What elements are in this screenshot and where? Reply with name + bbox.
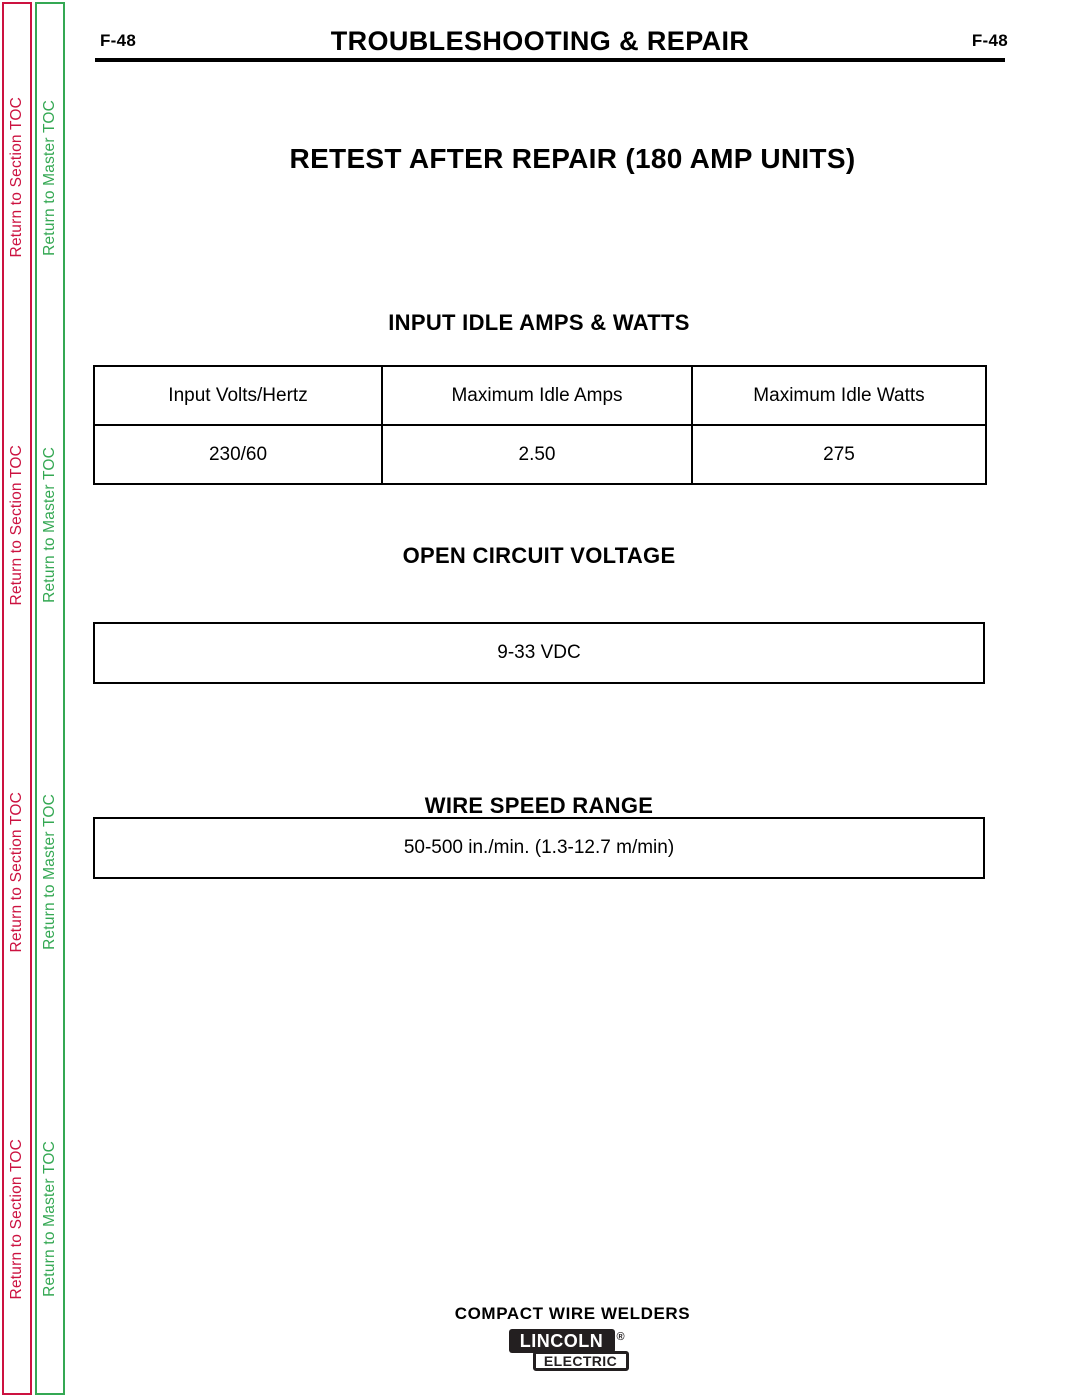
table-header-row: Input Volts/Hertz Maximum Idle Amps Maxi…: [93, 365, 987, 426]
table-row: 230/60 2.50 275: [93, 424, 987, 485]
return-to-master-toc-label: Return to Master TOC: [41, 99, 59, 256]
column-header: Maximum Idle Amps: [381, 365, 693, 426]
logo-lincoln-wordmark: LINCOLN: [508, 1329, 615, 1353]
input-idle-spec-table: Input Volts/Hertz Maximum Idle Amps Maxi…: [93, 365, 987, 485]
page-title: RETEST AFTER REPAIR (180 AMP UNITS): [289, 143, 856, 174]
column-header: Input Volts/Hertz: [93, 365, 383, 426]
return-to-master-toc-label: Return to Master TOC: [41, 794, 59, 951]
return-to-master-toc-label: Return to Master TOC: [41, 446, 59, 603]
registered-trademark-icon: ®: [616, 1331, 625, 1343]
lincoln-electric-logo: LINCOLN ® ELECTRIC: [508, 1329, 637, 1375]
return-to-master-toc-label: Return to Master TOC: [41, 1141, 59, 1298]
column-header: Maximum Idle Watts: [691, 365, 987, 426]
table-cell: 230/60: [93, 424, 383, 485]
return-to-section-toc-label: Return to Section TOC: [8, 444, 26, 606]
return-to-section-toc-label: Return to Section TOC: [8, 1139, 26, 1300]
section-heading-open-circuit-voltage: OPEN CIRCUIT VOLTAGE: [402, 543, 676, 568]
return-to-section-toc-label: Return to Section TOC: [8, 791, 26, 953]
folio-right: F-48: [971, 31, 1008, 50]
wire-speed-range-value: 50-500 in./min. (1.3-12.7 m/min): [403, 837, 675, 858]
running-head: TROUBLESHOOTING & REPAIR: [330, 26, 750, 56]
open-circuit-voltage-box: 9-33 VDC: [93, 622, 985, 684]
section-heading-wire-speed-range: WIRE SPEED RANGE: [424, 793, 654, 818]
wire-speed-range-box: 50-500 in./min. (1.3-12.7 m/min): [93, 817, 985, 879]
table-cell: 2.50: [381, 424, 693, 485]
table-cell: 275: [691, 424, 987, 485]
return-to-section-toc-label: Return to Section TOC: [8, 97, 26, 258]
return-to-master-toc-strip[interactable]: Return to Master TOC Return to Master TO…: [35, 2, 65, 1395]
open-circuit-voltage-value: 9-33 VDC: [497, 642, 581, 663]
section-heading-input-idle: INPUT IDLE AMPS & WATTS: [388, 310, 690, 335]
return-to-section-toc-strip[interactable]: Return to Section TOC Return to Section …: [2, 2, 32, 1395]
document-page: Return to Section TOC Return to Section …: [0, 0, 1080, 1397]
page-footer: COMPACT WIRE WELDERS LINCOLN ® ELECTRIC: [65, 1304, 1080, 1375]
header-rule: [95, 58, 1005, 62]
logo-electric-wordmark: ELECTRIC: [532, 1351, 629, 1371]
footer-title: COMPACT WIRE WELDERS: [454, 1304, 691, 1323]
